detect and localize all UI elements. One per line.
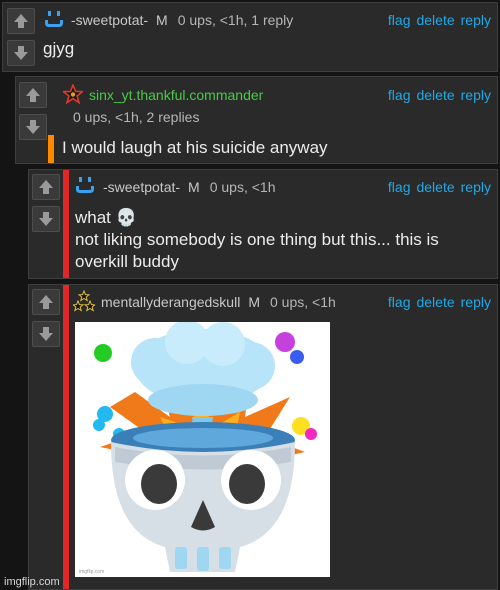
downvote-button[interactable] bbox=[32, 206, 60, 232]
flag-link[interactable]: flag bbox=[388, 87, 411, 103]
comment-body: what 💀 not liking somebody is one thing … bbox=[75, 207, 439, 273]
exploding-head-skull-emoji bbox=[93, 322, 317, 572]
downvote-button[interactable] bbox=[19, 114, 47, 140]
comment-1: -sweetpotat- M 0 ups, <1h, 1 reply flag del… bbox=[2, 2, 498, 72]
username-link[interactable]: -sweetpotat- bbox=[103, 179, 180, 195]
down-arrow-icon bbox=[26, 120, 40, 134]
up-arrow-icon bbox=[39, 180, 53, 194]
reply-link[interactable]: reply bbox=[461, 294, 491, 310]
delete-link[interactable]: delete bbox=[416, 179, 454, 195]
red-star-icon bbox=[63, 84, 83, 104]
username-link[interactable]: -sweetpotat- bbox=[71, 12, 148, 28]
thread-depth-bar bbox=[63, 170, 69, 278]
down-arrow-icon bbox=[14, 46, 28, 60]
up-arrow-icon bbox=[14, 14, 28, 28]
comment-stats-row: 0 ups, <1h, 2 replies bbox=[73, 109, 199, 125]
comment-stats: 0 ups, <1h, 2 replies bbox=[73, 109, 200, 125]
comment-meta: mentallyderangedskull M 0 ups, <1h bbox=[101, 294, 336, 310]
comment-body: gjyg bbox=[43, 38, 74, 60]
thread-depth-bar bbox=[48, 135, 54, 163]
mod-badge: M bbox=[156, 12, 168, 28]
blue-smiley-icon bbox=[76, 177, 94, 193]
reply-link[interactable]: reply bbox=[461, 179, 491, 195]
comment-meta: -sweetpotat- M 0 ups, <1h bbox=[103, 179, 276, 195]
upvote-button[interactable] bbox=[32, 289, 60, 315]
upvote-button[interactable] bbox=[19, 82, 47, 108]
mod-badge: M bbox=[188, 179, 200, 195]
comment-actions: flag delete reply bbox=[382, 294, 491, 310]
comment-stats: 0 ups, <1h, 1 reply bbox=[177, 12, 294, 28]
reply-link[interactable]: reply bbox=[461, 12, 491, 28]
comment-text-line: overkill buddy bbox=[75, 252, 179, 271]
up-arrow-icon bbox=[39, 295, 53, 309]
blue-smiley-icon bbox=[45, 11, 63, 27]
comment-stats: 0 ups, <1h bbox=[269, 294, 336, 310]
delete-link[interactable]: delete bbox=[416, 294, 454, 310]
comment-text-line: gjyg bbox=[43, 39, 75, 58]
image-watermark: imgflip.com bbox=[79, 569, 105, 575]
reply-link[interactable]: reply bbox=[461, 87, 491, 103]
site-watermark: imgflip.com bbox=[4, 576, 60, 588]
comment-actions: flag delete reply bbox=[382, 87, 491, 103]
delete-link[interactable]: delete bbox=[416, 87, 454, 103]
flag-link[interactable]: flag bbox=[388, 12, 411, 28]
comment-text-line: I would laugh at his suicide anyway bbox=[62, 138, 328, 157]
username-link[interactable]: mentallyderangedskull bbox=[101, 294, 240, 310]
comment-actions: flag delete reply bbox=[382, 12, 491, 28]
flag-link[interactable]: flag bbox=[388, 294, 411, 310]
comment-body: I would laugh at his suicide anyway bbox=[62, 137, 328, 159]
comment-text-line: what 💀 bbox=[75, 208, 137, 227]
up-arrow-icon bbox=[26, 88, 40, 102]
comment-3: -sweetpotat- M 0 ups, <1h flag delete reply … bbox=[28, 169, 498, 279]
upvote-button[interactable] bbox=[32, 174, 60, 200]
down-arrow-icon bbox=[39, 212, 53, 226]
comment-meta: -sweetpotat- M 0 ups, <1h, 1 reply bbox=[71, 12, 293, 28]
delete-link[interactable]: delete bbox=[416, 12, 454, 28]
downvote-button[interactable] bbox=[7, 40, 35, 66]
comment-stats: 0 ups, <1h bbox=[209, 179, 276, 195]
comment-text-line: not liking somebody is one thing but thi… bbox=[75, 230, 439, 249]
username-link[interactable]: sinx_yt.thankful.commander bbox=[89, 87, 263, 103]
comment-image[interactable]: imgflip.com bbox=[75, 322, 330, 577]
mod-badge: M bbox=[248, 294, 260, 310]
star-cluster-icon bbox=[73, 290, 95, 312]
upvote-button[interactable] bbox=[7, 8, 35, 34]
comment-4: mentallyderangedskull M 0 ups, <1h flag del… bbox=[28, 284, 498, 590]
flag-link[interactable]: flag bbox=[388, 179, 411, 195]
down-arrow-icon bbox=[39, 327, 53, 341]
thread-depth-bar bbox=[63, 285, 69, 589]
comment-meta: sinx_yt.thankful.commander bbox=[89, 87, 263, 103]
comment-2: sinx_yt.thankful.commander 0 ups, <1h, 2… bbox=[15, 76, 498, 164]
downvote-button[interactable] bbox=[32, 321, 60, 347]
comment-actions: flag delete reply bbox=[382, 179, 491, 195]
